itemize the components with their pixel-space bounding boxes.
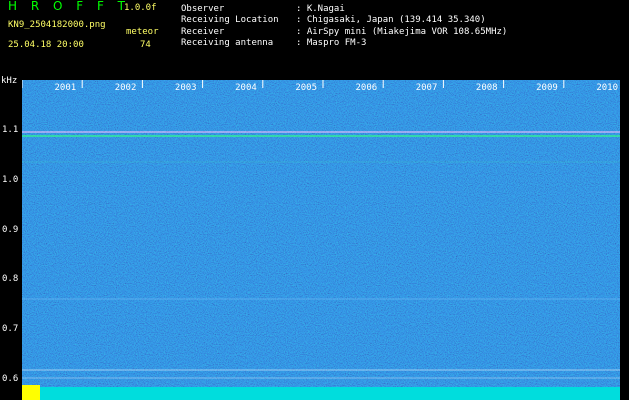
y-tick-label: 1.1 [2,125,19,135]
x-tick-label: 2004 [235,83,257,93]
x-tick-label: 2010 [596,83,618,93]
y-tick-label: 0.9 [2,225,19,235]
info-value: : Maspro FM-3 [296,38,367,48]
y-tick-label: 1.0 [2,175,19,185]
y-tick-label: 0.7 [2,324,19,334]
version-label: 1.0.0f [124,3,157,13]
info-key: Receiving Location [181,15,279,25]
info-value: : Chigasaki, Japan (139.414 35.340) [296,15,486,25]
info-row-antenna: Receiving antenna : Maspro FM-3 [181,38,366,48]
filename-label: KN9_2504182000.png [8,20,106,30]
meteor-count: 74 [140,40,151,50]
bottom-power-peak [22,385,40,400]
bottom-power-band [22,387,620,400]
x-tick-label: 2005 [295,83,317,93]
meteor-label: meteor [126,27,159,37]
x-tick-label: 2009 [536,83,558,93]
info-row-receiver: Receiver : AirSpy mini (Miakejima VOR 108… [181,27,507,37]
x-tick-label: 2001 [55,83,77,93]
x-tick-label: 2007 [416,83,438,93]
x-tick-label: 2003 [175,83,197,93]
datetime-label: 25.04.18 20:00 [8,40,84,50]
info-key: Receiver [181,27,225,37]
info-key: Observer [181,4,225,14]
spectrogram-noise [22,80,620,400]
y-tick-label: 0.6 [2,374,19,384]
info-value: : AirSpy mini (Miakejima VOR 108.65MHz) [296,27,508,37]
info-key: Receiving antenna [181,38,274,48]
spectrogram: 2001 2002 2003 2004 2005 2006 2007 2008 2009 2010 [22,80,620,400]
info-row-observer: Observer : K.Nagai [181,4,345,14]
x-tick-label: 2008 [476,83,498,93]
app-title: H R O F F T [8,0,131,13]
x-tick-label: 2006 [356,83,378,93]
info-row-location: Receiving Location : Chigasaki, Japan (13… [181,15,486,25]
info-value: : K.Nagai [296,4,345,14]
y-tick-label: 0.8 [2,274,19,284]
y-axis-unit: kHz [1,76,18,86]
x-tick-label: 2002 [115,83,137,93]
